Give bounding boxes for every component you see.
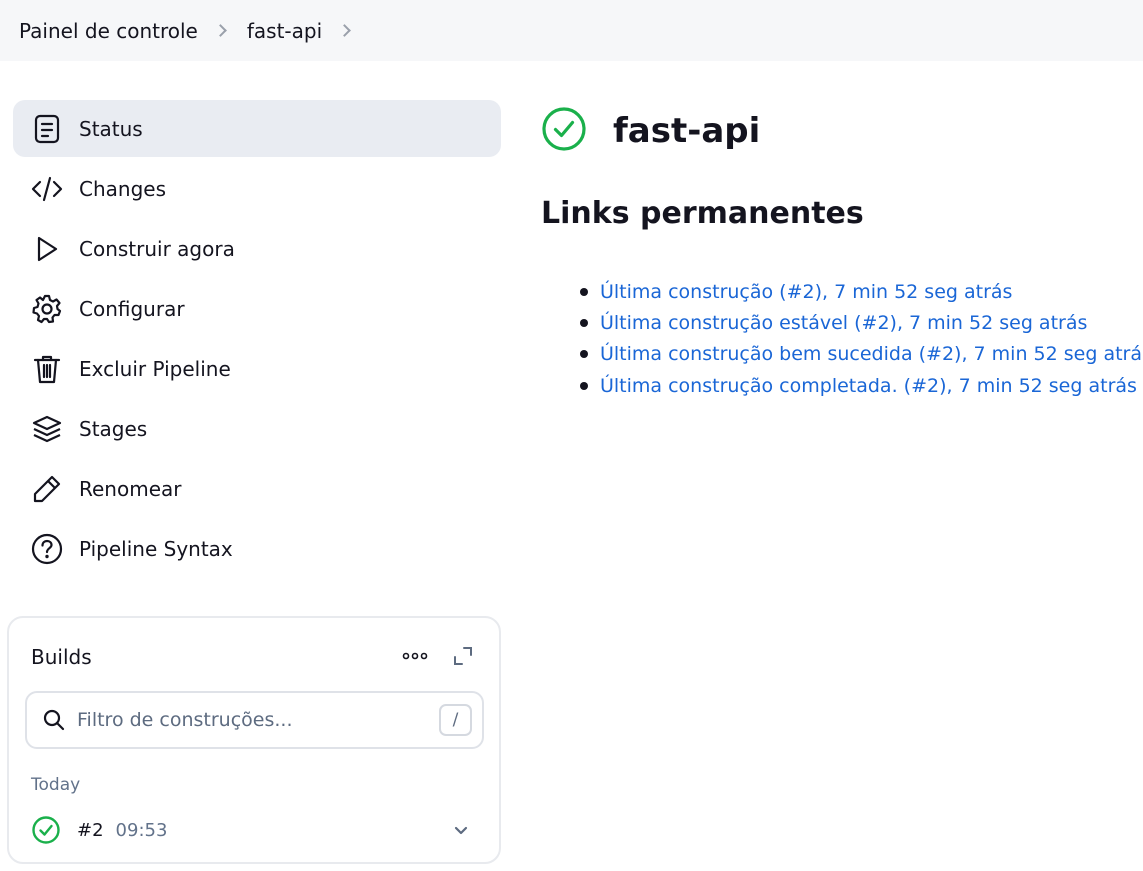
gear-icon <box>31 293 63 325</box>
builds-panel: Builds / Today #2 <box>7 616 501 864</box>
document-icon <box>31 113 63 145</box>
sidebar-item-label: Status <box>79 116 143 141</box>
breadcrumb-item-job[interactable]: fast-api <box>247 19 322 43</box>
page-title: fast-api <box>613 111 761 151</box>
build-filter: / <box>25 691 484 749</box>
build-filter-input[interactable] <box>77 701 427 739</box>
sidebar-item-delete-pipeline[interactable]: Excluir Pipeline <box>13 340 501 397</box>
build-time: 09:53 <box>115 819 168 841</box>
sidebar-item-label: Construir agora <box>79 236 235 261</box>
sidebar-item-label: Pipeline Syntax <box>79 536 233 561</box>
success-check-icon <box>541 106 587 156</box>
chevron-down-icon[interactable] <box>451 820 471 840</box>
sidebar-item-changes[interactable]: Changes <box>13 160 501 217</box>
sidebar-item-label: Configurar <box>79 296 185 321</box>
build-number[interactable]: #2 <box>77 820 104 841</box>
build-row[interactable]: #2 09:53 <box>25 810 485 850</box>
breadcrumb: Painel de controle fast-api <box>0 0 1143 61</box>
permalinks-list: Última construção (#2), 7 min 52 seg atr… <box>580 276 1143 401</box>
list-item: Última construção completada. (#2), 7 mi… <box>580 370 1143 401</box>
permalink-last-successful-build[interactable]: Última construção bem sucedida (#2), 7 m… <box>600 343 1143 365</box>
build-group-label: Today <box>31 775 81 795</box>
job-header: fast-api <box>541 106 760 156</box>
sidebar-item-stages[interactable]: Stages <box>13 400 501 457</box>
trash-icon <box>31 353 63 385</box>
sidebar-item-configure[interactable]: Configurar <box>13 280 501 337</box>
pencil-icon <box>31 473 63 505</box>
builds-title: Builds <box>31 645 92 669</box>
sidebar-item-label: Excluir Pipeline <box>79 356 231 381</box>
sidebar-item-label: Stages <box>79 416 148 441</box>
sidebar-item-label: Changes <box>79 176 166 201</box>
layers-icon <box>31 413 63 445</box>
search-icon <box>43 709 65 735</box>
permalinks-heading: Links permanentes <box>541 196 864 231</box>
keyboard-shortcut-hint: / <box>439 704 472 736</box>
play-icon <box>31 233 63 265</box>
success-check-icon <box>31 815 61 845</box>
list-item: Última construção estável (#2), 7 min 52… <box>580 307 1143 338</box>
chevron-right-icon[interactable] <box>338 24 352 37</box>
permalink-last-completed-build[interactable]: Última construção completada. (#2), 7 mi… <box>600 375 1137 397</box>
sidebar-item-build-now[interactable]: Construir agora <box>13 220 501 277</box>
sidebar-item-rename[interactable]: Renomear <box>13 460 501 517</box>
list-item: Última construção bem sucedida (#2), 7 m… <box>580 339 1143 370</box>
expand-icon[interactable] <box>451 644 475 668</box>
list-item: Última construção (#2), 7 min 52 seg atr… <box>580 276 1143 307</box>
chevron-right-icon <box>213 24 227 37</box>
permalink-last-stable-build[interactable]: Última construção estável (#2), 7 min 52… <box>600 312 1087 334</box>
sidebar: Status Changes Construir agora Configura… <box>13 100 501 580</box>
help-circle-icon <box>31 533 63 565</box>
sidebar-item-status[interactable]: Status <box>13 100 501 157</box>
code-icon <box>31 173 63 205</box>
sidebar-item-pipeline-syntax[interactable]: Pipeline Syntax <box>13 520 501 577</box>
breadcrumb-item-dashboard[interactable]: Painel de controle <box>19 19 198 43</box>
permalink-last-build[interactable]: Última construção (#2), 7 min 52 seg atr… <box>600 281 1012 303</box>
sidebar-item-label: Renomear <box>79 476 182 501</box>
more-options-icon[interactable] <box>401 644 429 668</box>
